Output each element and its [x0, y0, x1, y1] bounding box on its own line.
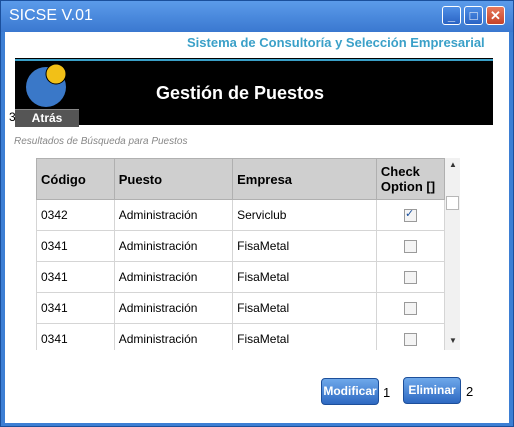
row-checkbox[interactable] — [403, 239, 417, 253]
cell-check — [375, 323, 445, 350]
cell-puesto: Administración — [113, 199, 234, 231]
table-row[interactable]: 0341 Administración FisaMetal — [36, 230, 445, 262]
table-row[interactable]: 0341 Administración FisaMetal — [36, 292, 445, 324]
cell-codigo: 0341 — [36, 292, 115, 324]
cell-codigo: 0341 — [36, 261, 115, 293]
window-title: SICSE V.01 — [9, 7, 93, 24]
col-header-empresa[interactable]: Empresa — [232, 158, 377, 200]
col-header-puesto[interactable]: Puesto — [113, 158, 234, 200]
cell-check — [375, 199, 445, 231]
cell-check — [375, 230, 445, 262]
cell-codigo: 0342 — [36, 199, 115, 231]
close-icon: ✕ — [490, 8, 501, 23]
table-row[interactable]: 0341 Administración FisaMetal — [36, 323, 445, 350]
scroll-down-icon[interactable]: ▼ — [449, 336, 457, 345]
back-button[interactable]: Atrás — [15, 109, 79, 127]
banner-divider — [15, 59, 493, 61]
table-header-row: Código Puesto Empresa Check Option [] — [36, 158, 445, 200]
logo-icon — [26, 63, 67, 107]
delete-button-number: 2 — [466, 384, 474, 399]
cell-puesto: Administración — [113, 230, 234, 262]
cell-empresa: FisaMetal — [232, 261, 377, 293]
cell-puesto: Administración — [113, 261, 234, 293]
table-row[interactable]: 0341 Administración FisaMetal — [36, 261, 445, 293]
row-checkbox[interactable] — [403, 207, 417, 222]
col-header-check-option[interactable]: Check Option [] — [375, 158, 445, 200]
cell-empresa: FisaMetal — [232, 230, 377, 262]
row-checkbox[interactable] — [403, 270, 417, 284]
close-button[interactable]: ✕ — [486, 6, 505, 25]
cell-empresa: Serviclub — [232, 199, 377, 231]
results-table-container: Código Puesto Empresa Check Option [] 03… — [36, 158, 445, 350]
maximize-icon: □ — [469, 8, 478, 23]
cell-empresa: FisaMetal — [232, 323, 377, 350]
modify-button[interactable]: Modificar — [321, 378, 379, 405]
maximize-button[interactable]: □ — [464, 6, 483, 25]
table-row[interactable]: 0342 Administración Serviclub — [36, 199, 445, 231]
col-header-codigo[interactable]: Código — [36, 158, 115, 200]
row-checkbox[interactable] — [403, 332, 417, 346]
page-title: Gestión de Puestos — [156, 83, 325, 103]
cell-codigo: 0341 — [36, 323, 115, 350]
scroll-up-icon[interactable]: ▲ — [449, 160, 457, 169]
cell-check — [375, 292, 445, 324]
table-scrollbar[interactable]: ▲ ▼ — [445, 158, 460, 350]
cell-codigo: 0341 — [36, 230, 115, 262]
minimize-button[interactable]: _ — [442, 6, 461, 25]
minimize-icon: _ — [447, 8, 456, 23]
cell-check — [375, 261, 445, 293]
cell-puesto: Administración — [113, 292, 234, 324]
results-table: Código Puesto Empresa Check Option [] 03… — [36, 158, 445, 350]
main-panel: Sistema de Consultoría y Selección Empre… — [5, 32, 509, 423]
results-label: Resultados de Búsqueda para Puestos — [14, 136, 188, 147]
title-bar[interactable]: SICSE V.01 _ □ ✕ — [1, 1, 513, 32]
delete-button[interactable]: Eliminar — [403, 377, 461, 404]
scroll-thumb[interactable] — [446, 196, 459, 210]
modify-button-number: 1 — [383, 385, 391, 400]
system-subtitle: Sistema de Consultoría y Selección Empre… — [187, 35, 485, 50]
row-checkbox[interactable] — [403, 301, 417, 315]
app-window: SICSE V.01 _ □ ✕ Sistema de Consultoría … — [0, 0, 514, 427]
cell-empresa: FisaMetal — [232, 292, 377, 324]
cell-puesto: Administración — [113, 323, 234, 350]
